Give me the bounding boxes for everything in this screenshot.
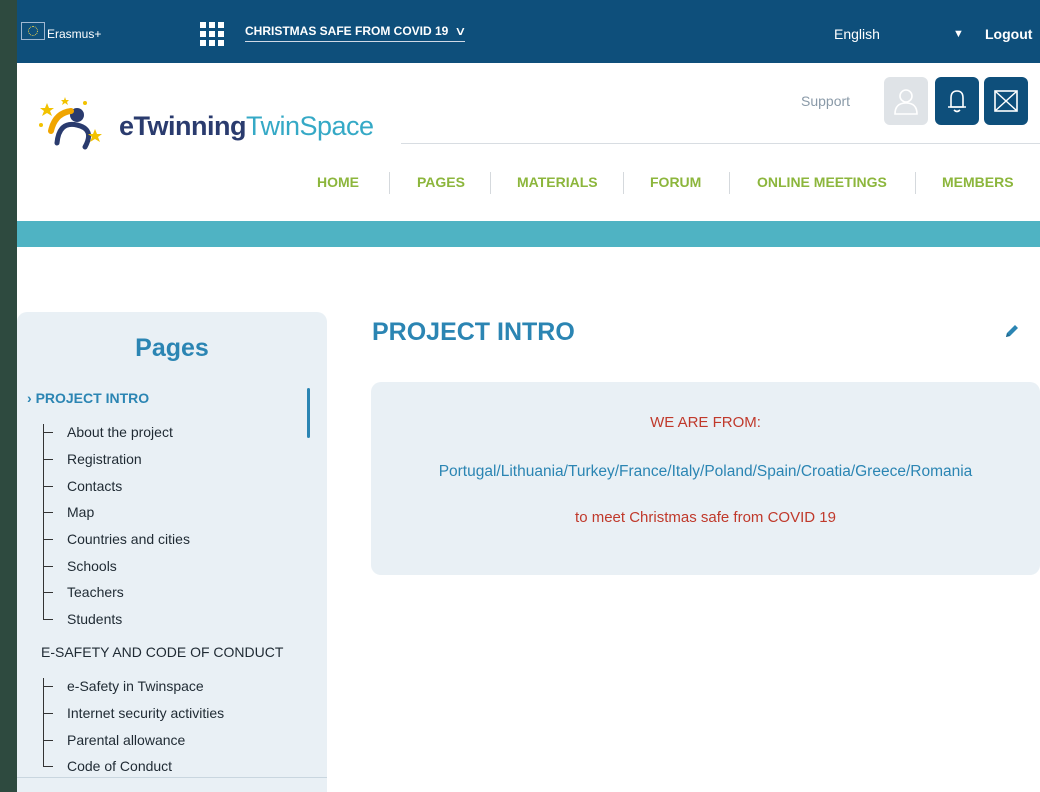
sidebar-item-parental-allowance[interactable]: Parental allowance xyxy=(67,732,185,748)
twinspace-window: Erasmus+ CHRISTMAS SAFE FROM COVID 19 ∨ E… xyxy=(17,0,1040,792)
user-profile-button[interactable] xyxy=(884,77,928,125)
sidebar-item-schools[interactable]: Schools xyxy=(67,558,117,574)
nav-materials[interactable]: MATERIALS xyxy=(517,174,598,190)
nav-separator xyxy=(915,172,916,194)
tree-branch xyxy=(43,740,53,741)
nav-separator xyxy=(389,172,390,194)
caret-down-icon[interactable]: ▼ xyxy=(953,28,964,40)
tree-branch xyxy=(43,512,53,513)
tree-branch xyxy=(43,686,53,687)
sidebar-item-esafety-twinspace[interactable]: e-Safety in Twinspace xyxy=(67,678,204,694)
intro-heading: WE ARE FROM: xyxy=(650,414,761,431)
logout-link[interactable]: Logout xyxy=(985,26,1032,42)
nav-online-meetings[interactable]: ONLINE MEETINGS xyxy=(757,174,887,190)
etwinning-logo-icon[interactable] xyxy=(37,95,117,155)
tree-branch xyxy=(43,539,53,540)
mail-icon xyxy=(994,90,1018,112)
sidebar-item-countries-cities[interactable]: Countries and cities xyxy=(67,531,190,547)
main-nav: HOME PAGES MATERIALS FORUM ONLINE MEETIN… xyxy=(17,172,1040,194)
nav-home[interactable]: HOME xyxy=(317,174,359,190)
intro-card: WE ARE FROM: Portugal/Lithuania/Turkey/F… xyxy=(371,382,1040,575)
nav-forum[interactable]: FORUM xyxy=(650,174,701,190)
tree-branch xyxy=(43,432,53,433)
tree-branch xyxy=(43,619,53,620)
eu-flag-icon xyxy=(21,22,45,40)
sidebar-item-map[interactable]: Map xyxy=(67,504,94,520)
pages-sidebar: Pages › PROJECT INTRO About the project … xyxy=(17,312,327,792)
sidebar-item-students[interactable]: Students xyxy=(67,611,122,627)
support-link[interactable]: Support xyxy=(801,93,850,109)
nav-pages[interactable]: PAGES xyxy=(417,174,465,190)
apps-grid-icon[interactable] xyxy=(200,22,224,46)
etwinning-logo-text[interactable]: eTwinningTwinSpace xyxy=(119,111,374,142)
header-divider xyxy=(401,143,1040,144)
sidebar-item-contacts[interactable]: Contacts xyxy=(67,478,122,494)
tree-branch xyxy=(43,766,53,767)
nav-members[interactable]: MEMBERS xyxy=(942,174,1014,190)
messages-button[interactable] xyxy=(984,77,1028,125)
intro-subtitle: to meet Christmas safe from COVID 19 xyxy=(575,509,836,526)
tree-branch xyxy=(43,566,53,567)
top-bar: Erasmus+ CHRISTMAS SAFE FROM COVID 19 ∨ E… xyxy=(17,0,1040,63)
sidebar-title: Pages xyxy=(135,334,209,362)
language-select[interactable]: English xyxy=(834,26,880,42)
sidebar-item-about-project[interactable]: About the project xyxy=(67,424,173,440)
tree-branch xyxy=(43,713,53,714)
logo-part-twinspace: TwinSpace xyxy=(245,111,374,141)
sidebar-item-registration[interactable]: Registration xyxy=(67,451,142,467)
user-icon xyxy=(894,89,918,115)
sidebar-scrollbar[interactable] xyxy=(307,388,310,438)
sidebar-item-code-of-conduct[interactable]: Code of Conduct xyxy=(67,758,172,774)
header-band xyxy=(17,221,1040,247)
section-label: PROJECT INTRO xyxy=(35,390,150,406)
nav-separator xyxy=(623,172,624,194)
tree-line xyxy=(43,424,44,619)
site-header: eTwinningTwinSpace Support HOME PAGES MA… xyxy=(17,63,1040,221)
page-title: PROJECT INTRO xyxy=(372,318,575,346)
bell-icon xyxy=(948,90,966,113)
tree-line xyxy=(43,678,44,766)
sidebar-section-esafety[interactable]: E-SAFETY AND CODE OF CONDUCT xyxy=(41,644,283,660)
edit-pencil-icon[interactable] xyxy=(1003,322,1021,340)
project-title: CHRISTMAS SAFE FROM COVID 19 xyxy=(245,24,449,38)
tree-branch xyxy=(43,486,53,487)
chevron-down-icon: ∨ xyxy=(454,24,467,38)
notifications-button[interactable] xyxy=(935,77,979,125)
sidebar-item-teachers[interactable]: Teachers xyxy=(67,584,124,600)
tree-branch xyxy=(43,592,53,593)
sidebar-divider xyxy=(17,777,327,778)
sidebar-item-internet-security[interactable]: Internet security activities xyxy=(67,705,224,721)
logo-part-etwinning: eTwinning xyxy=(119,111,246,141)
nav-separator xyxy=(729,172,730,194)
nav-separator xyxy=(490,172,491,194)
tree-branch xyxy=(43,459,53,460)
erasmus-brand[interactable]: Erasmus+ xyxy=(47,27,101,41)
countries-list: Portugal/Lithuania/Turkey/France/Italy/P… xyxy=(438,463,973,480)
project-selector[interactable]: CHRISTMAS SAFE FROM COVID 19 ∨ xyxy=(245,24,467,42)
sidebar-section-project-intro[interactable]: › PROJECT INTRO xyxy=(27,390,149,406)
